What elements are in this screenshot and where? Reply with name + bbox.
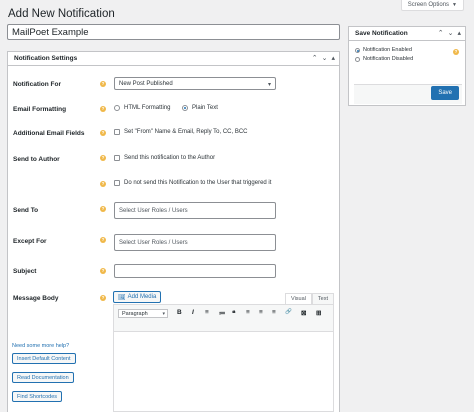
notification-settings-panel: Notification Settings ⌃ ⌄ ▴ Notification…	[7, 51, 340, 412]
chevron-down-icon: ▼	[452, 2, 457, 8]
message-body-label: Message Body	[13, 295, 59, 302]
help-icon[interactable]: ?	[100, 181, 106, 187]
notification-title-input[interactable]: MailPoet Example	[7, 24, 340, 40]
page-title: Add New Notification	[8, 8, 115, 20]
help-icon[interactable]: ?	[100, 81, 106, 87]
radio-selected-icon	[182, 105, 188, 111]
html-formatting-label: HTML Formatting	[124, 105, 171, 111]
radio-icon	[114, 105, 120, 111]
move-down-icon[interactable]: ⌄	[448, 29, 454, 37]
except-for-label: Except For	[13, 238, 47, 245]
help-icon[interactable]: ?	[100, 268, 106, 274]
notification-disabled-label: Notification Disabled	[363, 56, 414, 62]
additional-fields-label: Additional Email Fields	[13, 130, 85, 137]
do-not-send-checkbox[interactable]: Do not send this Notification to the Use…	[114, 180, 271, 186]
except-for-placeholder: Select User Roles / Users	[119, 239, 188, 246]
send-to-input[interactable]: Select User Roles / Users	[114, 202, 276, 219]
help-icon[interactable]: ?	[100, 130, 106, 136]
screen-options-toggle[interactable]: Screen Options ▼	[400, 0, 464, 11]
add-media-label: Add Media	[127, 294, 157, 300]
plain-text-label: Plain Text	[192, 105, 218, 111]
email-formatting-label: Email Formatting	[13, 106, 67, 113]
tab-text[interactable]: Text	[311, 293, 334, 304]
send-to-label: Send To	[13, 207, 39, 214]
html-formatting-option[interactable]: HTML Formatting	[114, 105, 170, 111]
notification-enabled-label: Notification Enabled	[363, 47, 412, 53]
move-down-icon[interactable]: ⌄	[322, 54, 328, 62]
additional-fields-checkbox[interactable]: Set "From" Name & Email, Reply To, CC, B…	[114, 129, 248, 135]
notification-disabled-option[interactable]: Notification Disabled	[355, 56, 413, 62]
send-to-author-checkbox[interactable]: Send this notification to the Author	[114, 155, 215, 161]
do-not-send-option: Do not send this Notification to the Use…	[124, 180, 272, 186]
move-up-icon[interactable]: ⌃	[438, 29, 444, 37]
save-button[interactable]: Save	[431, 86, 459, 100]
notification-for-select[interactable]: New Post Published ▾	[114, 77, 276, 90]
notification-for-value: New Post Published	[119, 80, 173, 87]
subject-label: Subject	[13, 268, 37, 275]
send-to-author-label: Send to Author	[13, 156, 60, 163]
plain-text-option[interactable]: Plain Text	[182, 105, 218, 111]
panel-header: Notification Settings ⌃ ⌄ ▴	[8, 52, 339, 66]
except-for-input[interactable]: Select User Roles / Users	[114, 234, 276, 251]
help-icon[interactable]: ?	[100, 295, 106, 301]
panel-title: Notification Settings	[14, 55, 78, 62]
checkbox-icon	[114, 129, 120, 135]
radio-icon	[355, 56, 360, 62]
panel-title: Save Notification	[355, 30, 408, 37]
help-icon[interactable]: ?	[100, 155, 106, 161]
additional-fields-option: Set "From" Name & Email, Reply To, CC, B…	[124, 129, 248, 135]
checkbox-icon	[114, 180, 120, 186]
notification-enabled-option[interactable]: Notification Enabled	[355, 47, 412, 53]
collapse-icon[interactable]: ▴	[331, 54, 335, 62]
help-icon[interactable]: ?	[100, 206, 106, 212]
notification-for-label: Notification For	[13, 81, 62, 88]
send-to-author-option: Send this notification to the Author	[124, 155, 216, 161]
collapse-icon[interactable]: ▴	[457, 29, 461, 37]
media-icon: 🖼	[118, 294, 126, 301]
help-icon[interactable]: ?	[100, 237, 106, 243]
send-to-placeholder: Select User Roles / Users	[119, 207, 188, 214]
panel-header: Save Notification ⌃ ⌄ ▴	[349, 27, 465, 41]
radio-selected-icon	[355, 47, 360, 53]
add-media-button[interactable]: 🖼 Add Media	[113, 291, 162, 303]
checkbox-icon	[114, 155, 120, 161]
tab-visual[interactable]: Visual	[285, 293, 312, 304]
screen-options-label: Screen Options	[407, 2, 450, 8]
save-notification-panel: Save Notification ⌃ ⌄ ▴ Notification Ena…	[348, 26, 466, 106]
help-icon[interactable]: ?	[453, 49, 459, 55]
subject-input[interactable]	[114, 264, 276, 278]
chevron-down-icon: ▾	[267, 82, 271, 88]
help-icon[interactable]: ?	[100, 106, 106, 112]
move-up-icon[interactable]: ⌃	[312, 54, 318, 62]
